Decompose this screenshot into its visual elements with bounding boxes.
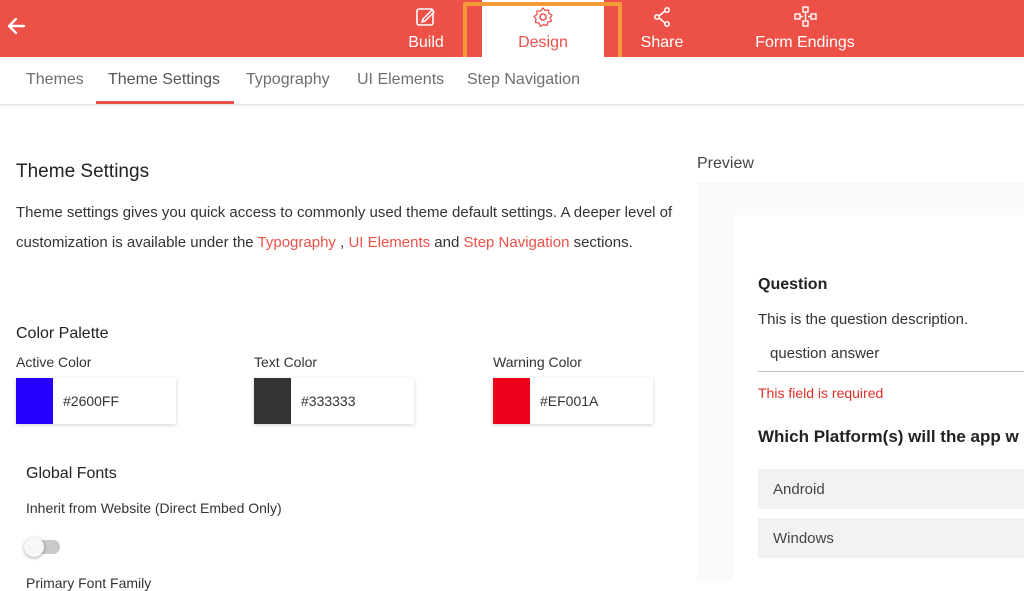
preview-answer-value: question answer bbox=[770, 345, 880, 362]
subtab-typography[interactable]: Typography bbox=[246, 71, 330, 89]
warning-color-label: Warning Color bbox=[493, 354, 582, 370]
nav-build[interactable]: Build bbox=[398, 0, 454, 57]
share-icon bbox=[650, 6, 674, 28]
preview-question-title: Question bbox=[758, 276, 828, 293]
description-separator: , bbox=[335, 234, 349, 251]
text-color-value: #333333 bbox=[301, 393, 356, 409]
top-navigation-bar: Build Design Share Form Endings bbox=[0, 0, 1024, 57]
flow-icon bbox=[793, 6, 817, 28]
preview-option-android[interactable]: Android bbox=[758, 469, 1024, 509]
subtab-ui-elements[interactable]: UI Elements bbox=[357, 71, 444, 89]
subtab-theme-settings[interactable]: Theme Settings bbox=[108, 71, 220, 89]
nav-share-label: Share bbox=[640, 34, 684, 51]
description-text-end: sections. bbox=[569, 234, 633, 251]
warning-color-picker[interactable]: #EF001A bbox=[493, 378, 653, 424]
preview-question-description: This is the question description. bbox=[758, 311, 969, 328]
step-navigation-link[interactable]: Step Navigation bbox=[464, 234, 570, 251]
nav-build-label: Build bbox=[408, 34, 444, 51]
subtab-step-navigation[interactable]: Step Navigation bbox=[467, 71, 580, 89]
nav-design[interactable]: Design bbox=[482, 0, 604, 57]
text-color-chip bbox=[254, 378, 291, 424]
global-fonts-heading: Global Fonts bbox=[26, 465, 117, 482]
gear-icon bbox=[531, 6, 555, 28]
nav-share[interactable]: Share bbox=[630, 0, 694, 57]
color-palette-heading: Color Palette bbox=[16, 325, 109, 342]
text-color-picker[interactable]: #333333 bbox=[254, 378, 414, 424]
active-color-label: Active Color bbox=[16, 354, 92, 370]
nav-design-label: Design bbox=[518, 34, 568, 51]
preview-error-text: This field is required bbox=[758, 385, 884, 401]
primary-font-family-label: Primary Font Family bbox=[26, 575, 152, 591]
toggle-knob bbox=[24, 537, 44, 557]
section-title: Theme Settings bbox=[16, 161, 150, 182]
description-separator: and bbox=[430, 234, 464, 251]
preview-option-label: Windows bbox=[773, 530, 834, 547]
back-arrow-icon[interactable] bbox=[6, 13, 28, 39]
nav-form-endings[interactable]: Form Endings bbox=[745, 0, 865, 57]
preview-option-label: Android bbox=[773, 481, 825, 498]
preview-label: Preview bbox=[697, 155, 754, 172]
design-subtabs: Themes Theme Settings Typography UI Elem… bbox=[0, 57, 1024, 105]
active-subtab-indicator bbox=[96, 101, 234, 104]
section-description: Theme settings gives you quick access to… bbox=[16, 198, 676, 258]
preview-option-windows[interactable]: Windows bbox=[758, 518, 1024, 558]
preview-question2-title: Which Platform(s) will the app w bbox=[758, 427, 1019, 446]
inherit-fonts-toggle[interactable] bbox=[24, 537, 60, 557]
text-color-label: Text Color bbox=[254, 354, 318, 370]
warning-color-chip bbox=[493, 378, 530, 424]
subtab-themes[interactable]: Themes bbox=[26, 71, 84, 89]
typography-link[interactable]: Typography bbox=[258, 234, 336, 251]
edit-icon bbox=[414, 6, 438, 28]
ui-elements-link[interactable]: UI Elements bbox=[348, 234, 430, 251]
warning-color-value: #EF001A bbox=[540, 393, 599, 409]
inherit-fonts-label: Inherit from Website (Direct Embed Only) bbox=[26, 500, 282, 516]
active-color-chip bbox=[16, 378, 53, 424]
preview-answer-input[interactable]: question answer bbox=[758, 338, 1024, 372]
active-color-picker[interactable]: #2600FF bbox=[16, 378, 176, 424]
active-color-value: #2600FF bbox=[63, 393, 120, 409]
nav-form-endings-label: Form Endings bbox=[755, 34, 855, 51]
